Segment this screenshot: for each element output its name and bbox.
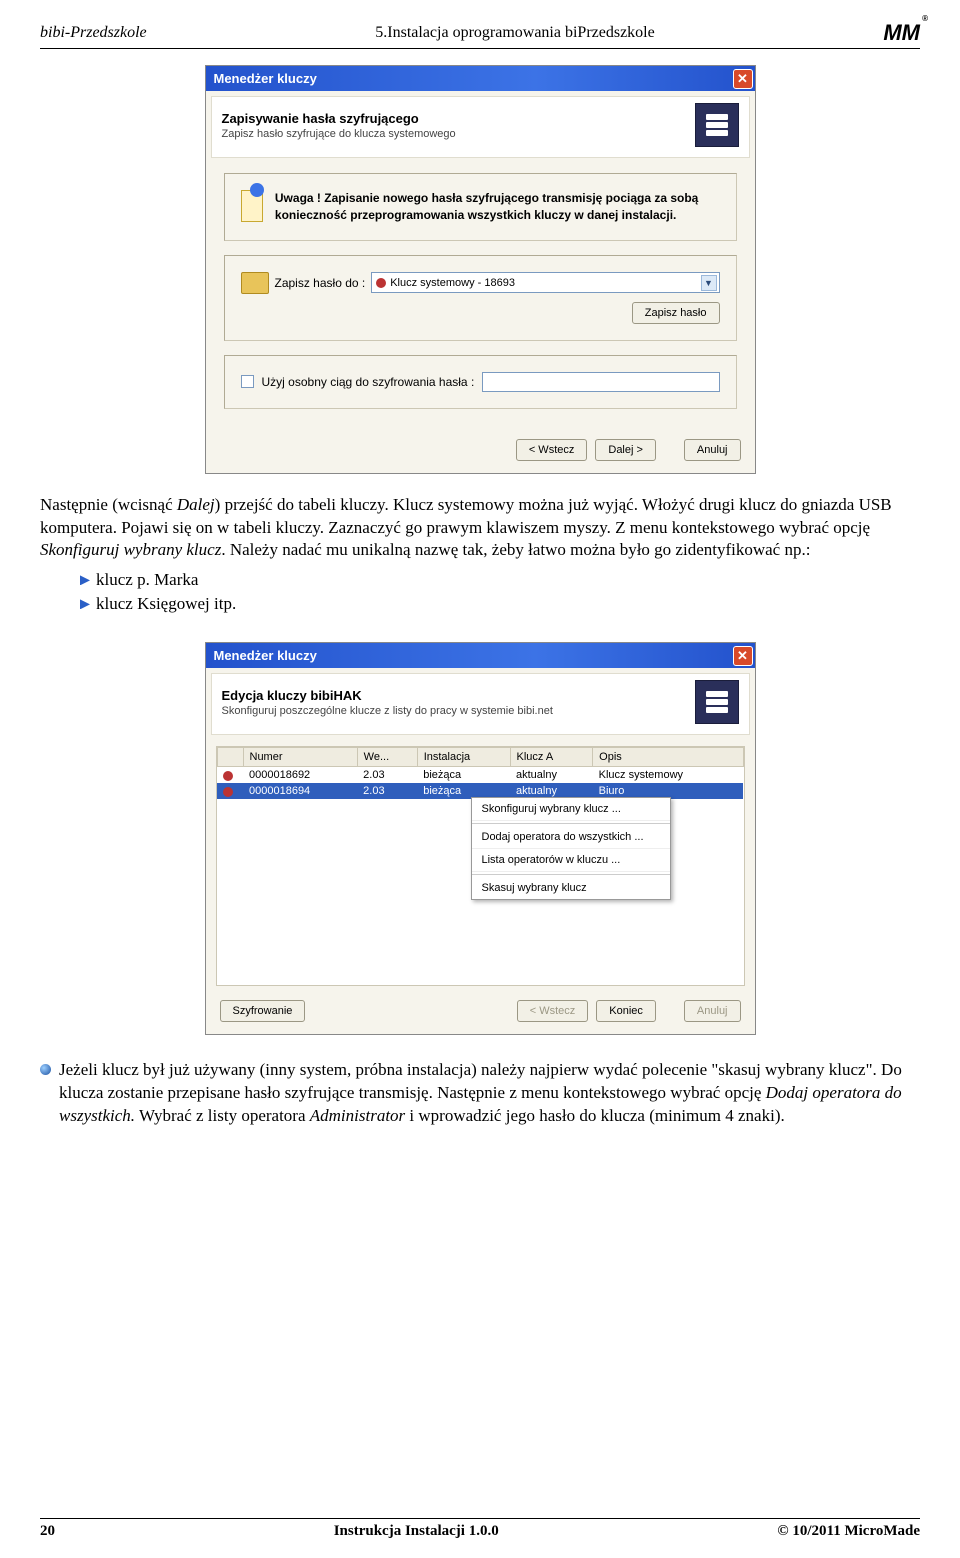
cell-num: 0000018694 — [243, 783, 357, 799]
titlebar: Menedżer kluczy ✕ — [206, 66, 755, 91]
band-subtitle: Skonfiguruj poszczególne klucze z listy … — [222, 705, 553, 717]
footer-right: © 10/2011 MicroMade — [777, 1523, 920, 1540]
finish-button[interactable]: Koniec — [596, 1000, 656, 1022]
key-table-wrapper: Numer We... Instalacja Klucz A Opis 0000… — [216, 746, 745, 986]
header-center: 5.Instalacja oprogramowania biPrzedszkol… — [375, 24, 654, 42]
use-custom-checkbox[interactable] — [241, 375, 254, 388]
warn-prefix: Uwaga ! — [275, 191, 324, 205]
col-version[interactable]: We... — [357, 748, 417, 767]
dialog-key-manager-1: Menedżer kluczy ✕ Zapisywanie hasła szyf… — [205, 65, 756, 474]
col-keya[interactable]: Klucz A — [510, 748, 593, 767]
key-stack-icon — [695, 680, 739, 724]
key-table: Numer We... Instalacja Klucz A Opis 0000… — [217, 747, 744, 799]
cancel-button[interactable]: Anuluj — [684, 439, 741, 461]
menu-delete-key[interactable]: Skasuj wybrany klucz — [472, 877, 670, 899]
band-subtitle: Zapisz hasło szyfrujące do klucza system… — [222, 128, 456, 140]
warn-text: Zapisanie nowego hasła szyfrującego tran… — [275, 191, 698, 222]
page-footer: 20 Instrukcja Instalacji 1.0.0 © 10/2011… — [40, 1518, 920, 1540]
custom-key-panel: Użyj osobny ciąg do szyfrowania hasła : — [224, 355, 737, 409]
key-stack-icon — [695, 103, 739, 147]
window-title: Menedżer kluczy — [214, 648, 317, 663]
context-menu: Skonfiguruj wybrany klucz ... Dodaj oper… — [471, 797, 671, 900]
company-logo: MM® — [883, 20, 920, 46]
col-opis[interactable]: Opis — [593, 748, 743, 767]
bullet-2: klucz Księgowej itp. — [80, 594, 920, 614]
page-number: 20 — [40, 1523, 55, 1540]
arrow-icon — [80, 599, 90, 609]
band-title: Zapisywanie hasła szyfrującego — [222, 111, 456, 126]
cell-num: 0000018692 — [243, 767, 357, 784]
wizard-buttons: < Wstecz Dalej > Anuluj — [206, 431, 755, 473]
encryption-button[interactable]: Szyfrowanie — [220, 1000, 306, 1022]
arrow-icon — [80, 575, 90, 585]
cancel-button: Anuluj — [684, 1000, 741, 1022]
dialog-key-manager-2: Menedżer kluczy ✕ Edycja kluczy bibiHAK … — [205, 642, 756, 1035]
bullet-1: klucz p. Marka — [80, 570, 920, 590]
col-install[interactable]: Instalacja — [417, 748, 510, 767]
folder-icon — [241, 272, 269, 294]
table-row[interactable]: 00000186922.03bieżącaaktualnyKlucz syste… — [217, 767, 743, 784]
cell-ver: 2.03 — [357, 767, 417, 784]
save-to-label: Zapisz hasło do : — [275, 276, 366, 290]
paragraph-1: Następnie (wcisnąć Dalej) przejść do tab… — [40, 494, 920, 563]
footer-center: Instrukcja Instalacji 1.0.0 — [334, 1523, 499, 1540]
warning-panel: Uwaga ! Zapisanie nowego hasła szyfrując… — [224, 173, 737, 241]
save-password-button[interactable]: Zapisz hasło — [632, 302, 720, 324]
titlebar: Menedżer kluczy ✕ — [206, 643, 755, 668]
save-key-panel: Zapisz hasło do : Klucz systemowy - 1869… — [224, 255, 737, 341]
key-icon — [376, 278, 386, 288]
info-icon — [40, 1064, 51, 1075]
menu-list-operators[interactable]: Lista operatorów w kluczu ... — [472, 849, 670, 872]
custom-key-input[interactable] — [482, 372, 719, 392]
tip-paragraph: Jeżeli klucz był już używany (inny syste… — [40, 1059, 920, 1128]
col-number[interactable]: Numer — [243, 748, 357, 767]
cell-inst: bieżąca — [417, 767, 510, 784]
back-button[interactable]: < Wstecz — [516, 439, 588, 461]
cell-opis: Klucz systemowy — [593, 767, 743, 784]
key-icon — [223, 787, 233, 797]
band-title: Edycja kluczy bibiHAK — [222, 688, 553, 703]
dialog-header-band: Edycja kluczy bibiHAK Skonfiguruj poszcz… — [211, 673, 750, 735]
dialog-header-band: Zapisywanie hasła szyfrującego Zapisz ha… — [211, 96, 750, 158]
cell-ver: 2.03 — [357, 783, 417, 799]
menu-add-operator[interactable]: Dodaj operatora do wszystkich ... — [472, 826, 670, 849]
window-title: Menedżer kluczy — [214, 71, 317, 86]
next-button[interactable]: Dalej > — [595, 439, 656, 461]
key-select-combo[interactable]: Klucz systemowy - 18693 ▼ — [371, 272, 719, 293]
close-icon[interactable]: ✕ — [733, 69, 753, 89]
menu-configure-key[interactable]: Skonfiguruj wybrany klucz ... — [472, 798, 670, 821]
close-icon[interactable]: ✕ — [733, 646, 753, 666]
cell-keya: aktualny — [510, 767, 593, 784]
header-left: bibi-Przedszkole — [40, 24, 147, 42]
chevron-down-icon[interactable]: ▼ — [701, 275, 717, 291]
custom-key-label: Użyj osobny ciąg do szyfrowania hasła : — [262, 375, 475, 389]
back-button: < Wstecz — [517, 1000, 589, 1022]
note-icon — [241, 190, 263, 222]
page-header: bibi-Przedszkole 5.Instalacja oprogramow… — [40, 20, 920, 49]
key-icon — [223, 771, 233, 781]
